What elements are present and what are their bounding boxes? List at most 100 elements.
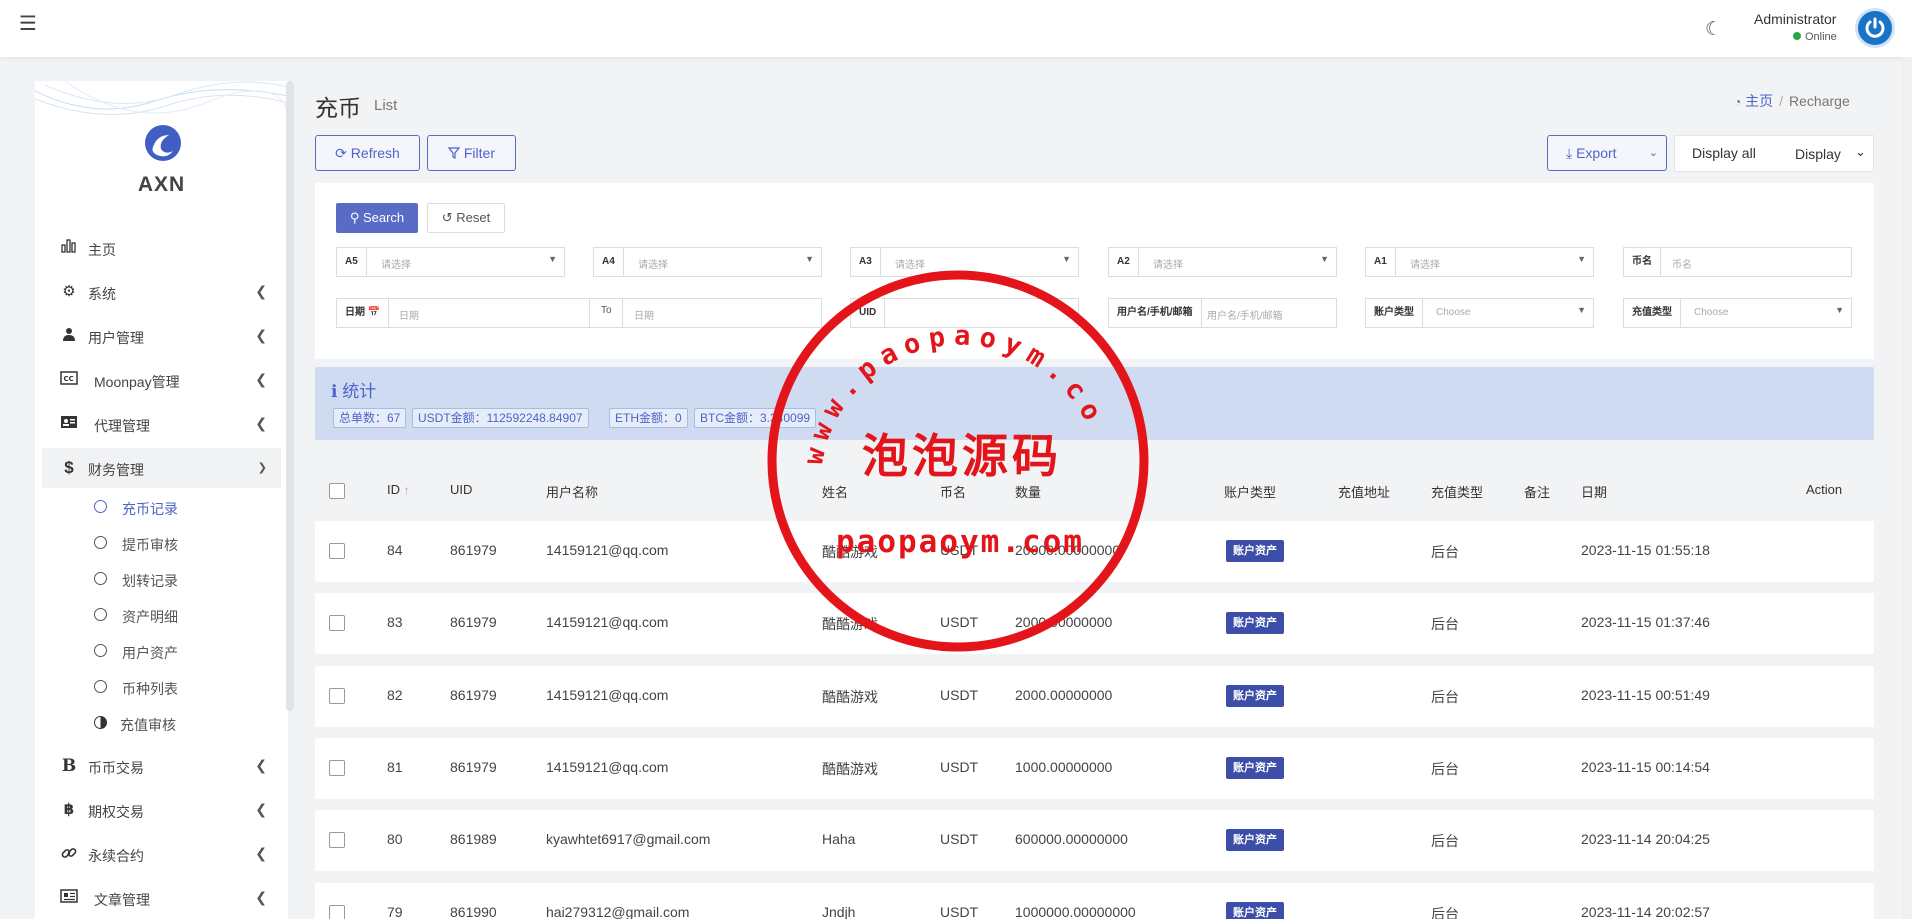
search-button[interactable]: ⚲ Search: [336, 203, 418, 233]
date-label: 日期 📅: [337, 299, 390, 327]
row-checkbox[interactable]: [329, 905, 345, 919]
sidebar-item-perpetual[interactable]: 永续合约 ❮: [42, 834, 281, 874]
export-button[interactable]: ⤓ Export ⌄: [1547, 135, 1667, 171]
sidebar-item-users[interactable]: 用户管理 ❮: [42, 316, 281, 356]
table-row[interactable]: 81 861979 14159121@qq.com 酷酷游戏 USDT 1000.0000…: [315, 738, 1874, 799]
dark-mode-moon-icon[interactable]: ☾: [1705, 18, 1725, 40]
sidebar-item-spot-trading[interactable]: B 币币交易 ❮: [42, 746, 281, 786]
a4-select[interactable]: A4 请选择 ▼: [593, 247, 822, 277]
a1-select[interactable]: A1 请选择 ▼: [1365, 247, 1594, 277]
circle-icon: [94, 500, 107, 513]
sort-up-icon[interactable]: ↑: [404, 483, 410, 497]
table-row[interactable]: 83 861979 14159121@qq.com 酷酷游戏 USDT 2000.0000…: [315, 593, 1874, 654]
sidebar-item-system[interactable]: ⚙ 系统 ❮: [42, 272, 281, 312]
a1-label: A1: [1366, 248, 1396, 276]
uid-input[interactable]: UID: [850, 298, 1079, 328]
cell-date: 2023-11-15 00:51:49: [1581, 687, 1710, 703]
menu-toggle-icon[interactable]: ☰: [19, 14, 39, 34]
cell-coin: USDT: [940, 759, 979, 775]
refresh-icon: ⟳: [335, 145, 347, 161]
logo-icon[interactable]: [145, 125, 181, 161]
cell-id: 79: [387, 904, 403, 919]
sidebar-subitem-asset-details[interactable]: 资产明细: [42, 597, 281, 633]
bitcoin-b-icon: B: [61, 756, 77, 776]
reset-button[interactable]: ↺ Reset: [427, 203, 505, 233]
a5-placeholder: 请选择: [381, 260, 411, 271]
account-label: 用户名/手机/邮箱: [1109, 299, 1202, 327]
table-row[interactable]: 84 861979 14159121@qq.com 酷酷游戏 USDT 20000.000…: [315, 521, 1874, 582]
account-type-badge: 账户资产: [1226, 685, 1284, 707]
sidebar-item-home[interactable]: 主页: [42, 228, 281, 268]
row-checkbox[interactable]: [329, 832, 345, 848]
sidebar-item-finance[interactable]: $ 财务管理 ❯: [42, 448, 281, 488]
display-dropdown[interactable]: Display all Display ⌄: [1674, 135, 1874, 172]
column-header-date: 日期: [1581, 485, 1608, 500]
table-row[interactable]: 79 861990 hai279312@gmail.com Jndjh USDT 1000…: [315, 883, 1874, 919]
sidebar-item-label: 币币交易: [88, 760, 144, 776]
row-checkbox[interactable]: [329, 543, 345, 559]
column-header-action: Action: [1806, 482, 1843, 497]
cell-id: 80: [387, 831, 403, 847]
cell-name: 酷酷游戏: [822, 689, 878, 705]
avatar[interactable]: [1855, 8, 1895, 48]
chevron-left-icon: ❮: [255, 371, 267, 387]
column-header-user: 用户名称: [546, 485, 599, 500]
sidebar-item-options-trading[interactable]: ฿ 期权交易 ❮: [42, 790, 281, 830]
chevron-down-icon: ⌄: [1855, 144, 1866, 159]
caret-down-icon: ▼: [805, 254, 814, 264]
sidebar-scrollbar[interactable]: [286, 81, 294, 711]
a5-select[interactable]: A5 请选择 ▼: [336, 247, 565, 277]
breadcrumb-home[interactable]: 主页: [1745, 93, 1773, 109]
sidebar-subitem-deposit-records[interactable]: 充币记录: [42, 489, 281, 525]
recharge-type-select[interactable]: 充值类型 Choose ▼: [1623, 298, 1852, 328]
refresh-button[interactable]: ⟳ Refresh: [315, 135, 420, 171]
chevron-down-icon: ⌄: [1648, 147, 1658, 159]
account-type-label: 账户类型: [1366, 299, 1423, 327]
breadcrumb-separator: /: [1779, 93, 1784, 109]
sidebar-item-articles[interactable]: 文章管理 ❮: [42, 878, 281, 918]
user-name[interactable]: Administrator: [1754, 11, 1836, 27]
sidebar-subitem-user-assets[interactable]: 用户资产: [42, 633, 281, 669]
a3-select[interactable]: A3 请选择 ▼: [850, 247, 1079, 277]
select-all-checkbox[interactable]: [329, 483, 345, 499]
account-type-select[interactable]: 账户类型 Choose ▼: [1365, 298, 1594, 328]
stats-title-label: 统计: [342, 382, 377, 401]
coin-name-input[interactable]: 币名 币名: [1623, 247, 1852, 277]
table-row[interactable]: 80 861989 kyawhtet6917@gmail.com Haha USDT 60…: [315, 810, 1874, 871]
row-checkbox[interactable]: [329, 688, 345, 704]
display-all-button[interactable]: Display all: [1692, 145, 1756, 161]
column-header-id[interactable]: ID ↑: [387, 482, 410, 497]
a2-select[interactable]: A2 请选择 ▼: [1108, 247, 1337, 277]
svg-text:CC: CC: [64, 375, 74, 383]
row-checkbox[interactable]: [329, 760, 345, 776]
stat-btc-amount: BTC金额：3.340099: [694, 408, 817, 428]
date-from-input[interactable]: 日期: [399, 307, 419, 322]
sidebar-subitem-recharge-review[interactable]: 充值审核: [42, 705, 281, 741]
table-row[interactable]: 82 861979 14159121@qq.com 酷酷游戏 USDT 2000.0000…: [315, 666, 1874, 727]
row-checkbox[interactable]: [329, 615, 345, 631]
sidebar-subitem-withdraw-review[interactable]: 提币审核: [42, 525, 281, 561]
user-status: Online: [1793, 31, 1837, 43]
date-to-input[interactable]: 日期: [634, 307, 654, 322]
chevron-down-icon: ❯: [257, 462, 267, 474]
sidebar-subitem-transfer-records[interactable]: 划转记录: [42, 561, 281, 597]
cell-recharge-type: 后台: [1431, 906, 1459, 919]
display-button[interactable]: Display: [1795, 146, 1841, 162]
a4-placeholder: 请选择: [638, 260, 668, 271]
sidebar-item-agents[interactable]: 代理管理 ❮: [42, 404, 281, 444]
stats-panel: ℹ 统计 总单数：67 USDT金额：112592248.84907 ETH金额…: [315, 367, 1874, 440]
filter-button[interactable]: Filter: [427, 135, 516, 171]
sidebar-subitem-coin-list[interactable]: 币种列表: [42, 669, 281, 705]
cell-date: 2023-11-14 20:04:25: [1581, 831, 1710, 847]
account-type-badge: 账户资产: [1226, 902, 1284, 919]
cell-uid: 861990: [450, 904, 497, 919]
account-input[interactable]: 用户名/手机/邮箱 用户名/手机/邮箱: [1108, 298, 1337, 328]
sidebar-subitem-label: 币种列表: [122, 681, 178, 697]
sidebar-item-moonpay[interactable]: CC Moonpay管理 ❮: [42, 360, 281, 400]
cell-user: 14159121@qq.com: [546, 614, 669, 630]
dollar-icon: $: [64, 458, 74, 477]
a3-placeholder: 请选择: [895, 260, 925, 271]
cell-recharge-type: 后台: [1431, 689, 1459, 705]
a1-placeholder: 请选择: [1410, 260, 1440, 271]
page-scrollbar[interactable]: [1902, 57, 1912, 919]
